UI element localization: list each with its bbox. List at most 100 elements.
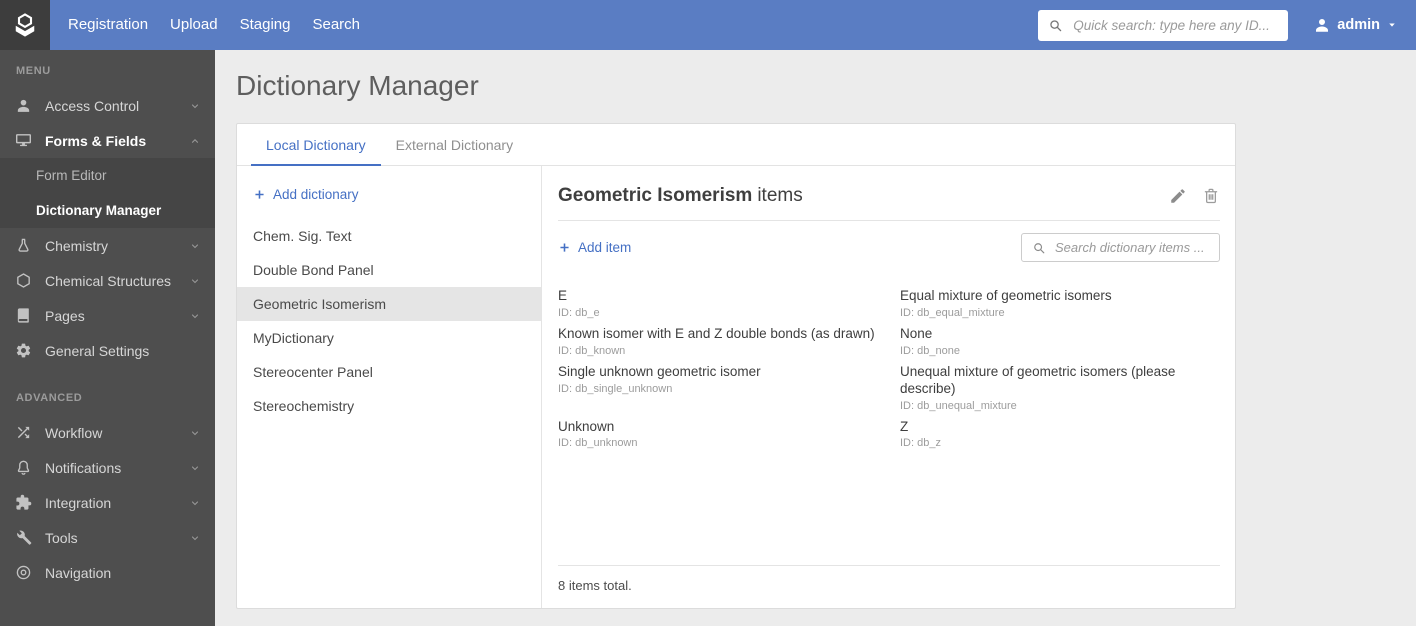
tab-local-dictionary[interactable]: Local Dictionary	[251, 124, 381, 166]
dictionary-list-item-geometric-isomerism[interactable]: Geometric Isomerism	[237, 287, 541, 321]
dictionary-list-item-stereochemistry[interactable]: Stereochemistry	[237, 389, 541, 423]
delete-dictionary-button[interactable]	[1202, 187, 1220, 205]
item-id: ID: db_z	[900, 437, 941, 450]
item-id: ID: db_single_unknown	[558, 382, 673, 395]
items-toolbar: Add item	[558, 233, 1220, 262]
sidebar-item-navigation[interactable]: Navigation	[0, 555, 215, 590]
dictionary-list: Chem. Sig. Text Double Bond Panel Geometri…	[237, 219, 541, 423]
book-icon	[15, 307, 32, 324]
chevron-down-icon	[189, 427, 201, 439]
dictionary-list-item-mydictionary[interactable]: MyDictionary	[237, 321, 541, 355]
item-label: Equal mixture of geometric isomers	[900, 288, 1112, 303]
dictionary-item-equal-mixture-of-geometric-isomers[interactable]: Equal mixture of geometric isomers ID: db…	[900, 288, 1220, 319]
user-menu[interactable]: admin	[1313, 16, 1398, 34]
dictionary-list-item-stereocenter-panel[interactable]: Stereocenter Panel	[237, 355, 541, 389]
wrench-icon	[15, 529, 32, 546]
hexagon-icon	[15, 272, 32, 289]
topbar-nav-staging[interactable]: Staging	[229, 0, 302, 50]
trash-icon	[1202, 187, 1220, 205]
item-search-input[interactable]	[1053, 239, 1219, 256]
dictionary-items-grid: E ID: db_e Equal mixture of geometric isom…	[558, 288, 1220, 449]
dictionary-item-single-unknown-geometric-isomer[interactable]: Single unknown geometric isomer ID: db_si…	[558, 364, 900, 412]
item-id: ID: db_equal_mixture	[900, 306, 1005, 319]
dictionary-item-unequal-mixture-of-geometric-isomers-please-describe[interactable]: Unequal mixture of geometric isomers (pl…	[900, 364, 1220, 412]
user-name: admin	[1337, 17, 1380, 33]
detail-header: Geometric Isomerism items	[558, 185, 1220, 221]
item-id: ID: db_known	[558, 344, 626, 357]
plus-icon	[253, 188, 266, 201]
topbar-nav-upload[interactable]: Upload	[159, 0, 229, 50]
sidebar-item-integration[interactable]: Integration	[0, 485, 215, 520]
sidebar-item-tools[interactable]: Tools	[0, 520, 215, 555]
chevron-down-icon	[189, 497, 201, 509]
item-id: ID: db_none	[900, 344, 960, 357]
sidebar-item-access-control[interactable]: Access Control	[0, 88, 215, 123]
bell-icon	[15, 459, 32, 476]
detail-title-name: Geometric Isomerism	[558, 185, 753, 206]
sidebar-item-chemistry[interactable]: Chemistry	[0, 228, 215, 263]
plus-icon	[558, 241, 571, 254]
sidebar-item-label: Chemical Structures	[45, 272, 172, 289]
logo-icon	[10, 10, 40, 40]
item-id: ID: db_unequal_mixture	[900, 399, 1017, 412]
chevron-down-icon	[189, 310, 201, 322]
puzzle-icon	[15, 494, 32, 511]
add-dictionary-label: Add dictionary	[273, 187, 359, 202]
sidebar-item-label: Navigation	[45, 564, 112, 581]
sidebar: MENU Access Control Forms & Fields Form Edi…	[0, 50, 215, 626]
item-label: Unknown	[558, 418, 615, 434]
monitor-icon	[15, 132, 32, 149]
shuffle-icon	[15, 424, 32, 441]
item-label: Z	[900, 418, 909, 434]
add-dictionary-button[interactable]: Add dictionary	[237, 187, 541, 202]
dictionary-item-z[interactable]: Z ID: db_z	[900, 419, 1220, 450]
sidebar-subitem-dictionary-manager[interactable]: Dictionary Manager	[0, 193, 215, 228]
sidebar-item-notifications[interactable]: Notifications	[0, 450, 215, 485]
dictionary-list-item-double-bond-panel[interactable]: Double Bond Panel	[237, 253, 541, 287]
sidebar-subitem-form-editor[interactable]: Form Editor	[0, 158, 215, 193]
topbar-nav-search[interactable]: Search	[301, 0, 371, 50]
user-icon	[15, 97, 32, 114]
item-label: Single unknown geometric isomer	[558, 363, 761, 379]
dictionary-detail-panel: Geometric Isomerism items Add item Searc…	[542, 166, 1235, 608]
search-icon	[1032, 241, 1046, 255]
sidebar-item-forms-fields[interactable]: Forms & Fields	[0, 123, 215, 158]
flask-icon	[15, 237, 32, 254]
sidebar-item-chemical-structures[interactable]: Chemical Structures	[0, 263, 215, 298]
app-logo[interactable]	[0, 0, 50, 50]
dictionary-item-unknown[interactable]: Unknown ID: db_unknown	[558, 419, 900, 450]
gear-icon	[15, 342, 32, 359]
sidebar-section-header: MENU	[16, 65, 51, 77]
search-icon	[1048, 18, 1063, 33]
sidebar-item-general-settings[interactable]: General Settings	[0, 333, 215, 368]
sidebar-section-header: ADVANCED	[16, 392, 83, 404]
chevron-up-icon	[189, 135, 201, 147]
sidebar-item-label: Notifications	[45, 459, 122, 476]
sidebar-item-workflow[interactable]: Workflow	[0, 415, 215, 450]
sidebar-submenu: Form Editor Dictionary Manager	[0, 158, 215, 228]
topbar-nav-registration[interactable]: Registration	[57, 0, 159, 50]
item-id: ID: db_unknown	[558, 437, 638, 450]
items-total: 8 items total.	[558, 565, 1220, 608]
quick-search-input[interactable]	[1071, 16, 1289, 34]
item-label: E	[558, 288, 568, 303]
dictionary-item-none[interactable]: None ID: db_none	[900, 326, 1220, 357]
main-content: Dictionary Manager Local Dictionary Exter…	[215, 50, 1416, 626]
item-label: Unequal mixture of geometric isomers (pl…	[900, 363, 1176, 396]
dictionary-item-e[interactable]: E ID: db_e	[558, 288, 900, 319]
compass-icon	[15, 564, 32, 581]
item-search-box	[1021, 233, 1220, 262]
add-item-label: Add item	[578, 240, 632, 255]
dictionary-item-known-isomer-with-e-and-z-double-bonds-as-drawn[interactable]: Known isomer with E and Z double bonds (…	[558, 326, 900, 357]
sidebar-item-label: Integration	[45, 494, 112, 511]
add-item-button[interactable]: Add item	[558, 240, 631, 255]
sidebar-item-pages[interactable]: Pages	[0, 298, 215, 333]
item-label: None	[900, 325, 933, 341]
dictionary-list-panel: Add dictionary Chem. Sig. Text Double Bon…	[237, 166, 542, 608]
quick-search-box	[1038, 9, 1289, 41]
tab-external-dictionary[interactable]: External Dictionary	[381, 124, 529, 165]
sidebar-item-label: Tools	[45, 529, 78, 546]
dictionary-list-item-chem-sig-text[interactable]: Chem. Sig. Text	[237, 219, 541, 253]
edit-dictionary-button[interactable]	[1169, 187, 1187, 205]
topbar-nav: Registration Upload Staging Search	[57, 0, 371, 50]
